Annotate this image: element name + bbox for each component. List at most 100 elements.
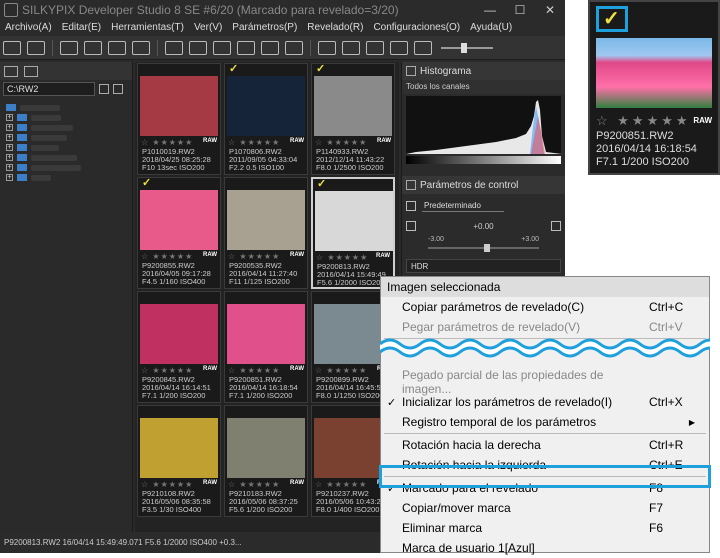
checkmark-tool-icon[interactable] <box>285 40 303 55</box>
thumbnail-cell[interactable]: ☆ ★★★★★ RAW P9210108.RW2 2016/05/06 08:35:5… <box>137 405 221 517</box>
context-menu-item[interactable]: Copiar parámetros de revelado(C) Ctrl+C <box>381 297 709 317</box>
rating-stars[interactable]: ☆ ★★★★★ <box>228 366 280 375</box>
menu-revelado[interactable]: Revelado(R) <box>302 20 368 36</box>
develop-output-icon[interactable] <box>342 40 360 55</box>
rating-stars[interactable]: ☆ ★★★★★ <box>141 366 193 375</box>
cut-wave-decoration <box>380 338 710 358</box>
thumbnail-cell[interactable]: ☆ ★★★★★ RAW P9200845.RW2 2016/04/14 16:14:5… <box>137 291 221 403</box>
folder-up-icon[interactable] <box>99 84 109 94</box>
menu-ayuda[interactable]: Ayuda(U) <box>465 20 517 36</box>
menu-configuraciones[interactable]: Configuraciones(O) <box>368 20 465 36</box>
thumbnail-preview-icon[interactable] <box>84 40 102 55</box>
context-menu-item[interactable]: Marca de usuario 1[Azul] <box>381 538 709 558</box>
check-mark-icon[interactable]: ✓ <box>316 64 326 75</box>
expand-icon[interactable]: + <box>6 154 13 161</box>
maximize-button[interactable]: ☐ <box>505 3 535 17</box>
auto-exposure-icon[interactable] <box>551 221 561 231</box>
rating-stars[interactable]: ☆ ★★★★★ <box>315 480 367 489</box>
prev-image-icon[interactable] <box>3 40 21 55</box>
rating-stars[interactable]: ☆ ★★★★★ <box>228 252 280 261</box>
rating-stars[interactable]: ☆ ★★★★★ <box>141 480 193 489</box>
thumbnail-size-slider[interactable] <box>441 42 493 53</box>
develop-icon[interactable] <box>237 40 255 55</box>
context-menu-item[interactable]: ✓ Inicializar los parámetros de revelado(… <box>381 392 709 412</box>
rating-stars[interactable]: ☆ ★★★★★ <box>315 138 367 147</box>
zoom-raw-badge: RAW <box>693 116 712 125</box>
preset-dropdown[interactable]: Predeterminado <box>422 200 504 212</box>
file-info: F5.6 1/200 ISO200 <box>229 505 293 514</box>
exposure-value[interactable]: +0.00 <box>422 222 545 231</box>
rating-stars[interactable]: ☆ ★★★★★ <box>141 138 193 147</box>
path-input[interactable]: C:\RW2 <box>3 82 95 96</box>
folder-tab-icon[interactable] <box>4 65 18 77</box>
thumbnail-cell[interactable]: ☆ ★★★★★ RAW P9200535.RW2 2016/04/14 11:27:4… <box>224 177 308 289</box>
fullscreen-icon[interactable] <box>261 40 279 55</box>
tree-item[interactable]: + <box>6 123 132 132</box>
rating-stars[interactable]: ☆ ★★★★★ <box>316 253 368 262</box>
rating-stars[interactable]: ☆ ★★★★★ <box>141 252 193 261</box>
thumbnail-cell[interactable]: ☆ ★★★★★ RAW P9200851.RW2 2016/04/14 16:18:5… <box>224 291 308 403</box>
brush-icon[interactable] <box>366 40 384 55</box>
histogram-channel[interactable]: Todos los canales <box>402 80 565 94</box>
combined-view-icon[interactable] <box>132 40 150 55</box>
tree-item[interactable]: + <box>6 173 132 182</box>
thumbnail-image <box>314 76 392 136</box>
refresh-icon[interactable] <box>113 84 123 94</box>
app-logo-icon <box>4 3 18 17</box>
display-icon[interactable] <box>390 40 408 55</box>
batch-develop-icon[interactable] <box>318 40 336 55</box>
thumbnail-cell[interactable]: ☆ ★★★★★ RAW P9210183.RW2 2016/05/06 08:37:2… <box>224 405 308 517</box>
rating-stars[interactable]: ☆ ★★★★★ <box>228 138 280 147</box>
expand-icon[interactable]: + <box>6 174 13 181</box>
expand-icon[interactable]: + <box>6 134 13 141</box>
expand-icon[interactable]: + <box>6 124 13 131</box>
expand-icon[interactable]: + <box>6 114 13 121</box>
crop-icon[interactable] <box>213 40 231 55</box>
next-image-icon[interactable] <box>27 40 45 55</box>
check-mark-icon[interactable]: ✓ <box>317 179 327 190</box>
tree-item[interactable]: + <box>6 163 132 172</box>
menu-archivo[interactable]: Archivo(A) <box>0 20 57 36</box>
tree-item[interactable]: + <box>6 153 132 162</box>
context-menu-item[interactable]: Eliminar marca F6 <box>381 518 709 538</box>
zoom-rating-stars[interactable]: ☆ ★★★★★ <box>596 113 691 129</box>
raw-badge: RAW <box>203 480 217 486</box>
grid-view-icon[interactable] <box>60 40 78 55</box>
redo-icon[interactable] <box>189 40 207 55</box>
minimize-button[interactable]: — <box>475 3 505 17</box>
thumbnail-cell[interactable]: ☆ ★★★★★ RAW P1010019.RW2 2018/04/25 08:25:2… <box>137 63 221 175</box>
tree-item[interactable]: + <box>6 113 132 122</box>
check-mark-icon[interactable]: ✓ <box>229 64 239 75</box>
hdr-dropdown[interactable]: HDR <box>406 259 561 273</box>
thumbnail-cell[interactable]: ✓ ☆ ★★★★★ RAW P9200855.RW2 2016/04/05 09:17:… <box>137 177 221 289</box>
check-mark-icon[interactable]: ✓ <box>142 178 152 189</box>
rating-stars[interactable]: ☆ ★★★★★ <box>228 480 280 489</box>
close-button[interactable]: ✕ <box>535 3 565 17</box>
info-tab-icon[interactable] <box>24 65 38 77</box>
tree-item[interactable]: + <box>6 133 132 142</box>
toolbar <box>0 36 565 60</box>
thumbnail-cell[interactable]: ✓ ☆ ★★★★★ RAW P1140933.RW2 2012/12/14 11:43:… <box>311 63 395 175</box>
thumbnail-cell[interactable]: ✓ ☆ ★★★★★ RAW P9200813.RW2 2016/04/14 15:49:… <box>311 177 395 289</box>
expand-icon[interactable]: + <box>6 144 13 151</box>
menu-herramientas[interactable]: Herramientas(T) <box>106 20 189 36</box>
undo-icon[interactable] <box>165 40 183 55</box>
thumbnail-cell[interactable]: ✓ ☆ ★★★★★ RAW P1070806.RW2 2011/09/05 04:33:… <box>224 63 308 175</box>
gear-icon[interactable] <box>406 201 416 211</box>
context-menu-item[interactable]: Copiar/mover marca F7 <box>381 498 709 518</box>
menu-editar[interactable]: Editar(E) <box>57 20 106 36</box>
menu-ver[interactable]: Ver(V) <box>189 20 227 36</box>
menu-item-label: Registro temporal de los parámetros <box>402 415 597 429</box>
text-icon[interactable] <box>414 40 432 55</box>
tree-item[interactable]: + <box>6 143 132 152</box>
tree-item[interactable] <box>6 103 132 112</box>
menu-parametros[interactable]: Parámetros(P) <box>227 20 302 36</box>
exposure-slider[interactable] <box>428 244 539 252</box>
context-menu-item[interactable]: Pegado parcial de las propiedades de ima… <box>381 368 709 396</box>
rating-stars[interactable]: ☆ ★★★★★ <box>315 366 367 375</box>
expand-icon[interactable]: + <box>6 164 13 171</box>
menu-item-shortcut: Ctrl+C <box>649 300 684 314</box>
context-menu-item[interactable]: Registro temporal de los parámetros ▶ <box>381 412 709 432</box>
preview-view-icon[interactable] <box>108 40 126 55</box>
context-menu-item[interactable]: Rotación hacia la derecha Ctrl+R <box>381 435 709 455</box>
